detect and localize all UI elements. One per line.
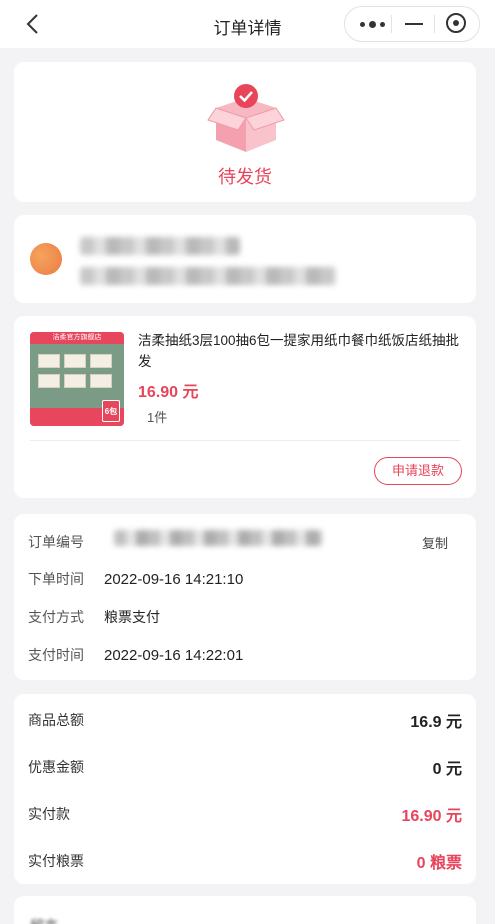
goods-card: 洁柔官方旗舰店 6包 洁柔抽纸3层100抽6包一提家用纸巾餐巾纸饭店纸抽批发 1… — [14, 316, 476, 498]
nav-bar: 订单详情 — [0, 0, 495, 48]
status-label: 待发货 — [218, 167, 272, 187]
paid-row: 实付款 16.90 元 — [28, 802, 462, 826]
discount-value: 0 元 — [432, 761, 462, 778]
product-image[interactable]: 洁柔官方旗舰店 6包 — [30, 332, 124, 426]
pay-method-value: 粮票支付 — [104, 609, 160, 625]
paid-label: 实付款 — [28, 806, 70, 822]
receiver-name-blurred — [80, 237, 240, 255]
open-box-check-icon — [207, 84, 285, 152]
order-number-row: 订单编号 — [28, 532, 104, 552]
paid-coupon-label: 实付粮票 — [28, 853, 84, 869]
message-card: 留言 — [14, 896, 476, 924]
pay-method-row: 支付方式 粮票支付 — [28, 607, 160, 627]
refund-button[interactable]: 申请退款 — [374, 457, 462, 485]
order-info-card: 订单编号 复制 下单时间 2022-09-16 14:21:10 支付方式 粮票支付… — [14, 514, 476, 680]
product-price: 16.90 元 — [138, 384, 199, 401]
pay-time-label: 支付时间 — [28, 647, 84, 663]
product-name[interactable]: 洁柔抽纸3层100抽6包一提家用纸巾餐巾纸饭店纸抽批发 — [138, 330, 460, 372]
address-card[interactable] — [14, 215, 476, 303]
avatar — [30, 243, 62, 275]
capsule-divider — [434, 15, 435, 33]
order-time-value: 2022-09-16 14:21:10 — [104, 571, 244, 588]
order-status-card: 待发货 — [14, 62, 476, 202]
copy-button[interactable]: 复制 — [422, 533, 448, 552]
paid-value: 16.90 元 — [401, 808, 463, 825]
pay-time-value: 2022-09-16 14:22:01 — [104, 647, 244, 664]
total-value: 16.9 元 — [410, 714, 462, 731]
order-number-label: 订单编号 — [28, 534, 84, 550]
order-number-blurred — [114, 530, 322, 546]
product-image-tag: 6包 — [102, 400, 120, 422]
capsule-divider — [391, 15, 392, 33]
message-label: 留言 — [30, 916, 58, 924]
target-close-icon[interactable] — [445, 7, 467, 41]
pay-method-label: 支付方式 — [28, 609, 84, 625]
discount-row: 优惠金额 0 元 — [28, 755, 462, 779]
order-time-label: 下单时间 — [28, 571, 84, 587]
payment-summary-card: 商品总额 16.9 元 优惠金额 0 元 实付款 16.90 元 实付粮票 0 … — [14, 694, 476, 884]
pay-time-row: 支付时间 2022-09-16 14:22:01 — [28, 645, 243, 665]
paid-coupon-value: 0 粮票 — [416, 855, 462, 872]
product-image-banner: 洁柔官方旗舰店 — [52, 334, 102, 341]
receiver-address-blurred — [80, 267, 336, 285]
minimize-icon[interactable] — [403, 7, 425, 41]
divider — [30, 440, 460, 441]
paid-coupon-row: 实付粮票 0 粮票 — [28, 849, 462, 873]
order-time-row: 下单时间 2022-09-16 14:21:10 — [28, 569, 243, 589]
total-row: 商品总额 16.9 元 — [28, 708, 462, 732]
total-label: 商品总额 — [28, 712, 84, 728]
discount-label: 优惠金额 — [28, 759, 84, 775]
mini-program-capsule — [344, 6, 480, 42]
more-dots-icon[interactable] — [357, 7, 387, 41]
product-quantity: 1件 — [147, 410, 168, 425]
